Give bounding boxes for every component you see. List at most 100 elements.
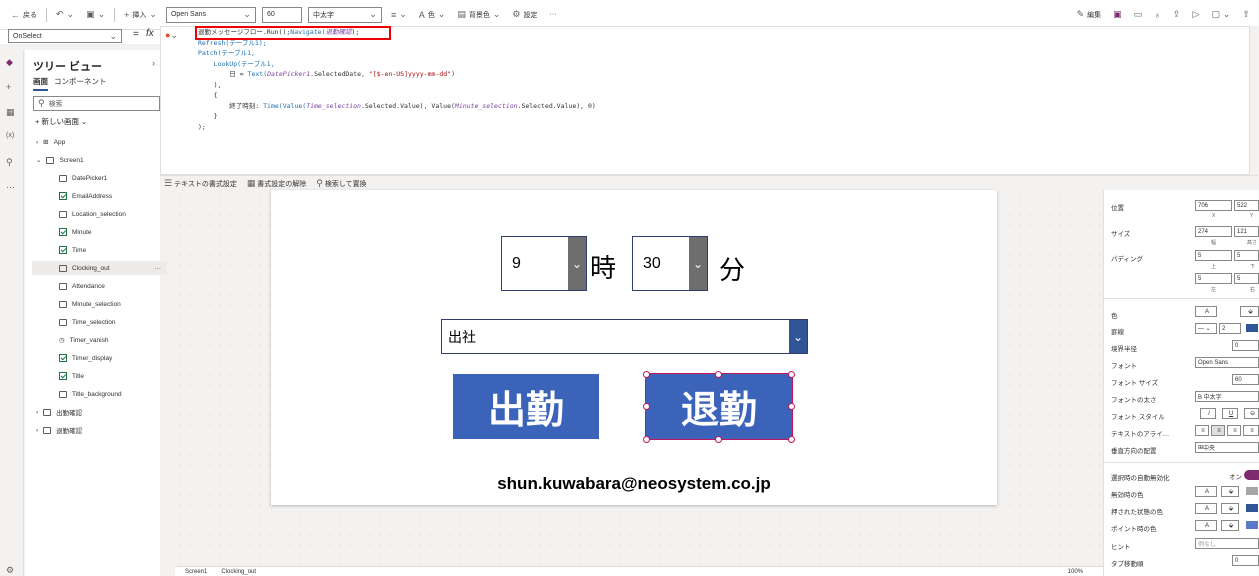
- more-button[interactable]: ···: [546, 5, 559, 25]
- tree-item-screen1[interactable]: ⌄ Screen1: [36, 153, 84, 167]
- clock-in-button[interactable]: 出勤: [453, 374, 599, 439]
- tree-item-clock-in-confirm[interactable]: › 出勤確認: [36, 405, 82, 419]
- publish-button[interactable]: ⇧: [1239, 5, 1253, 25]
- breadcrumb-control[interactable]: Clocking_out: [221, 569, 256, 575]
- border-style-select[interactable]: — ⌄: [1195, 323, 1217, 334]
- remove-format-button[interactable]: ▦ 書式設定の解除: [247, 178, 306, 189]
- font-select[interactable]: Open Sans: [1195, 357, 1259, 368]
- font-size-input[interactable]: 60: [1232, 374, 1259, 385]
- tree-item-app[interactable]: › ⊞ App: [36, 135, 65, 149]
- font-weight-select[interactable]: B 中太字: [1195, 391, 1259, 402]
- align-center-button[interactable]: ≡: [1211, 425, 1225, 436]
- underline-button[interactable]: U: [1222, 408, 1238, 419]
- disabled-font-color[interactable]: A: [1195, 486, 1217, 497]
- resize-handle[interactable]: [643, 371, 650, 378]
- tree-item-timer-vanish[interactable]: ◷ Timer_vanish: [59, 333, 108, 347]
- resize-handle[interactable]: [788, 403, 795, 410]
- tree-item-minute-selection[interactable]: Minute_selection: [59, 297, 121, 311]
- tree-view-icon[interactable]: ◆: [6, 57, 13, 68]
- share-button[interactable]: ⇪: [1170, 5, 1184, 25]
- hover-border-swatch[interactable]: [1246, 521, 1258, 529]
- hover-font-color[interactable]: A: [1195, 520, 1217, 531]
- undo-button[interactable]: ↶ ⌄: [53, 5, 77, 25]
- font-size-input[interactable]: 60: [261, 6, 302, 23]
- padding-bottom-input[interactable]: 5: [1234, 250, 1259, 261]
- font-weight-select[interactable]: 中太字 ⌄: [307, 6, 382, 23]
- width-input[interactable]: 274: [1195, 226, 1232, 237]
- new-screen-button[interactable]: + 新しい画面 ⌄: [35, 116, 87, 127]
- tab-component[interactable]: コンポーネント: [54, 76, 107, 91]
- property-select[interactable]: OnSelect ⌄: [8, 29, 122, 43]
- pressed-border-swatch[interactable]: [1246, 504, 1258, 512]
- play-button[interactable]: ▷: [1189, 5, 1202, 25]
- auto-disable-toggle[interactable]: [1244, 470, 1259, 480]
- border-width-input[interactable]: 2: [1219, 323, 1241, 334]
- strikethrough-button[interactable]: ⊖: [1244, 408, 1259, 419]
- bg-color-button[interactable]: ▤ 背景色 ⌄: [454, 5, 503, 25]
- tree-item-clock-out-confirm[interactable]: › 退勤確認: [36, 423, 82, 437]
- edit-button[interactable]: ✎ 編集: [1074, 5, 1105, 25]
- minute-dropdown[interactable]: 30 ⌄: [632, 236, 708, 291]
- color-button[interactable]: A 色 ⌄: [416, 5, 449, 25]
- pressed-fill-color[interactable]: ⬙: [1221, 503, 1239, 514]
- insert-icon[interactable]: +: [6, 82, 11, 92]
- y-input[interactable]: 522: [1234, 200, 1259, 211]
- align-button[interactable]: ≡ ⌄: [388, 5, 410, 25]
- insert-button[interactable]: + 挿入 ⌄: [121, 5, 160, 25]
- tree-search-input[interactable]: ⚲ 検索: [33, 96, 160, 111]
- border-color-swatch[interactable]: [1246, 324, 1258, 332]
- resize-handle[interactable]: [788, 436, 795, 443]
- font-color-picker[interactable]: A: [1195, 306, 1217, 317]
- tree-item-time-selection[interactable]: Time_selection: [59, 315, 115, 329]
- paste-button[interactable]: ▣ ⌄: [83, 5, 108, 25]
- breadcrumb-screen[interactable]: Screen1: [185, 569, 207, 575]
- vertical-align-select[interactable]: ⊞ 中央: [1195, 442, 1259, 453]
- fill-color-picker[interactable]: ⬙: [1240, 306, 1259, 317]
- resize-handle[interactable]: [643, 403, 650, 410]
- tree-item-location-selection[interactable]: Location_selection: [59, 207, 126, 221]
- tree-item-title[interactable]: Title: [59, 369, 84, 383]
- clock-out-button[interactable]: 退勤: [645, 373, 793, 440]
- more-icon[interactable]: ···: [6, 182, 15, 192]
- back-button[interactable]: ← 戻る: [8, 5, 40, 25]
- disabled-fill-color[interactable]: ⬙: [1221, 486, 1239, 497]
- padding-top-input[interactable]: 5: [1195, 250, 1232, 261]
- tree-item-datepicker1[interactable]: DatePicker1: [59, 171, 107, 185]
- height-input[interactable]: 121: [1234, 226, 1259, 237]
- formula-code[interactable]: 退勤メッセージフロー.Run();Navigate(退勤確認); Refresh…: [198, 27, 596, 132]
- editor-scrollbar[interactable]: [1250, 26, 1259, 191]
- italic-button[interactable]: I: [1200, 408, 1216, 419]
- radius-input[interactable]: 0: [1232, 340, 1259, 351]
- find-replace-button[interactable]: ⚲ 検索して置換: [316, 178, 366, 189]
- align-right-button[interactable]: ≡: [1227, 425, 1241, 436]
- tree-item-title-background[interactable]: Title_background: [59, 387, 122, 401]
- resize-handle[interactable]: [715, 436, 722, 443]
- padding-left-input[interactable]: 5: [1195, 273, 1232, 284]
- tree-item-attendance[interactable]: Attendance: [59, 279, 105, 293]
- tree-item-clocking-out[interactable]: Clocking_out ···: [32, 261, 167, 275]
- resize-handle[interactable]: [715, 371, 722, 378]
- font-select[interactable]: Open Sans ⌄: [165, 6, 256, 23]
- tree-item-time[interactable]: Time: [59, 243, 86, 257]
- format-text-button[interactable]: ☰ テキストの書式設定: [164, 178, 237, 189]
- comments-button[interactable]: ▭: [1131, 5, 1146, 25]
- settings-icon[interactable]: ⚙: [6, 565, 14, 576]
- justify-button[interactable]: ≡: [1243, 425, 1259, 436]
- pressed-font-color[interactable]: A: [1195, 503, 1217, 514]
- padding-right-input[interactable]: 5: [1234, 273, 1259, 284]
- tab-index-input[interactable]: 0: [1232, 555, 1259, 566]
- tree-item-timer-display[interactable]: Timer_display: [59, 351, 112, 365]
- save-button[interactable]: ▢ ⌄: [1208, 5, 1233, 25]
- location-dropdown[interactable]: 出社 ⌄: [441, 319, 808, 354]
- data-icon[interactable]: ▦: [6, 107, 15, 118]
- hour-dropdown[interactable]: 9 ⌄: [501, 236, 587, 291]
- hover-fill-color[interactable]: ⬙: [1221, 520, 1239, 531]
- tree-item-minute[interactable]: Minute: [59, 225, 92, 239]
- align-left-button[interactable]: ≡: [1195, 425, 1209, 436]
- copilot-icon[interactable]: ●⌄: [165, 30, 178, 41]
- collapse-icon[interactable]: ›: [152, 58, 155, 68]
- copilot-button[interactable]: ♁: [1151, 5, 1164, 25]
- tab-screen[interactable]: 画面: [33, 76, 48, 91]
- hint-input[interactable]: 例なし: [1195, 538, 1259, 549]
- resize-handle[interactable]: [643, 436, 650, 443]
